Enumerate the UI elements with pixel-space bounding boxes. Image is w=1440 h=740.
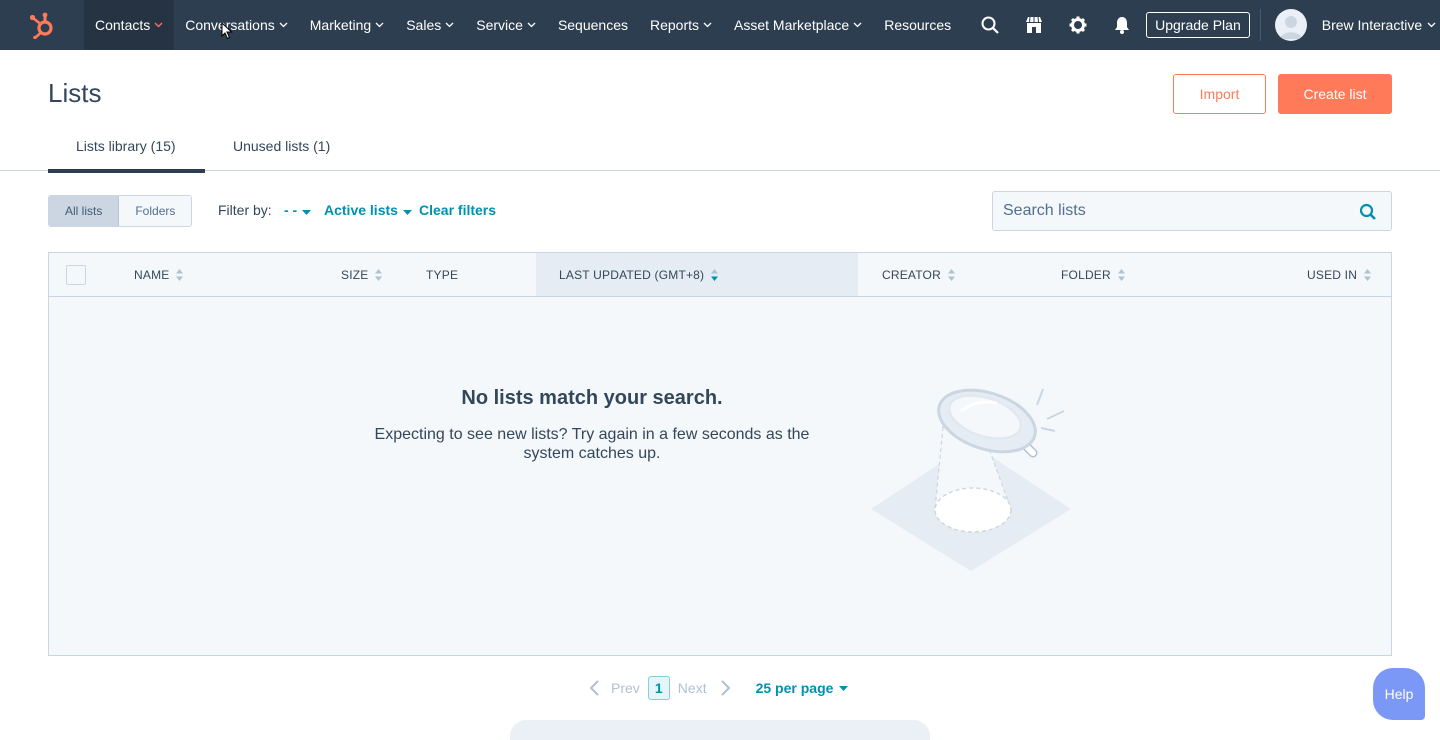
page-number-1[interactable]: 1 — [647, 676, 670, 700]
tab-unused-lists[interactable]: Unused lists (1) — [233, 130, 330, 171]
nav-asset-marketplace[interactable]: Asset Marketplace — [723, 0, 873, 50]
sort-icon — [375, 268, 383, 281]
search-icon[interactable] — [968, 0, 1012, 50]
select-all-checkbox[interactable] — [66, 265, 86, 285]
avatar — [1274, 9, 1307, 41]
column-label: LAST UPDATED (GMT+8) — [559, 267, 705, 282]
sort-icon — [947, 268, 955, 281]
nav-divider — [1259, 9, 1261, 41]
chevron-left-icon — [590, 680, 599, 696]
nav-marketing-label: Marketing — [309, 17, 372, 33]
nav-service-label: Service — [476, 17, 523, 33]
prev-page-button[interactable]: Prev — [590, 680, 640, 696]
chevron-down-icon — [279, 22, 288, 28]
caret-down-icon — [839, 685, 849, 691]
hubspot-logo-icon[interactable] — [0, 0, 84, 50]
caret-down-icon — [402, 202, 412, 218]
nav-icon-group — [968, 0, 1144, 50]
active-lists-label: Active lists — [324, 202, 398, 218]
column-header-size[interactable]: SIZE — [341, 253, 383, 296]
column-header-last-updated[interactable]: LAST UPDATED (GMT+8) — [536, 253, 858, 296]
folders-toggle[interactable]: Folders — [119, 196, 192, 226]
tab-bar: Lists library (15) Unused lists (1) — [0, 130, 1440, 173]
chevron-down-icon — [527, 22, 536, 28]
empty-state-message: Expecting to see new lists? Try again in… — [374, 426, 810, 462]
tab-unused-lists-label: Unused lists (1) — [233, 138, 331, 154]
column-header-creator[interactable]: CREATOR — [882, 253, 955, 296]
tab-lists-library-label: Lists library (15) — [76, 138, 176, 154]
nav-contacts-label: Contacts — [95, 17, 151, 33]
pagination: Prev 1 Next 25 per page — [590, 676, 849, 700]
import-button[interactable]: Import — [1173, 74, 1266, 114]
tab-lists-library[interactable]: Lists library (15) — [48, 130, 205, 173]
chevron-down-icon — [703, 22, 712, 28]
nav-conversations[interactable]: Conversations — [174, 0, 299, 50]
per-page-dropdown[interactable]: 25 per page — [756, 680, 849, 696]
sort-icon — [176, 268, 184, 281]
column-label: CREATOR — [882, 267, 941, 282]
notifications-bell-icon[interactable] — [1100, 0, 1144, 50]
next-page-button[interactable]: Next — [678, 680, 730, 696]
caret-down-icon — [302, 202, 312, 218]
lists-table: NAME SIZE TYPE LAST UPDATED (GMT+8) CREA… — [48, 252, 1392, 656]
nav-sequences[interactable]: Sequences — [547, 0, 639, 50]
nav-asset-marketplace-label: Asset Marketplace — [734, 17, 850, 33]
marketplace-icon[interactable] — [1012, 0, 1056, 50]
nav-sales[interactable]: Sales — [395, 0, 465, 50]
search-icon[interactable] — [1359, 203, 1377, 226]
all-lists-toggle[interactable]: All lists — [49, 196, 120, 226]
chevron-right-icon — [720, 680, 730, 696]
help-button[interactable]: Help — [1373, 668, 1425, 720]
column-label: USED IN — [1307, 267, 1358, 282]
next-label: Next — [677, 680, 707, 696]
nav-resources-label: Resources — [884, 17, 952, 33]
magnifying-glass-illustration-icon — [869, 381, 1079, 578]
nav-resources[interactable]: Resources — [873, 0, 962, 50]
chevron-down-icon — [375, 22, 384, 28]
column-label: TYPE — [426, 267, 459, 282]
chevron-down-icon — [1427, 22, 1436, 28]
view-toggle: All lists Folders — [48, 195, 193, 227]
column-header-used-in[interactable]: USED IN — [1307, 253, 1372, 296]
search-input[interactable] — [993, 202, 1343, 220]
active-lists-dropdown[interactable]: Active lists — [324, 202, 412, 218]
nav-sales-label: Sales — [406, 17, 442, 33]
type-filter-dropdown[interactable]: - - — [284, 202, 312, 218]
create-list-button[interactable]: Create list — [1278, 74, 1392, 114]
search-box — [992, 191, 1392, 231]
clear-filters-link[interactable]: Clear filters — [419, 202, 496, 218]
chevron-down-icon — [853, 22, 862, 28]
column-label: SIZE — [341, 267, 369, 282]
sort-icon — [1364, 268, 1372, 281]
upgrade-plan-button[interactable]: Upgrade Plan — [1146, 12, 1250, 38]
mouse-pointer-icon — [221, 21, 233, 45]
sort-icon — [1117, 268, 1125, 281]
filter-by-label: Filter by: — [218, 202, 272, 218]
nav-contacts[interactable]: Contacts — [84, 0, 175, 50]
column-header-type: TYPE — [426, 253, 458, 296]
chevron-down-icon — [154, 22, 163, 28]
page-title: Lists — [48, 78, 102, 108]
column-label: FOLDER — [1061, 267, 1111, 282]
sort-descending-icon — [711, 268, 719, 281]
account-menu[interactable]: Brew Interactive — [1274, 9, 1436, 41]
chevron-down-icon — [445, 22, 454, 28]
table-header: NAME SIZE TYPE LAST UPDATED (GMT+8) CREA… — [49, 253, 1391, 297]
column-label: NAME — [134, 267, 170, 282]
prev-label: Prev — [611, 680, 640, 696]
bottom-bar — [510, 720, 930, 740]
nav-marketing[interactable]: Marketing — [299, 0, 395, 50]
column-header-name[interactable]: NAME — [134, 253, 184, 296]
account-name: Brew Interactive — [1321, 17, 1423, 33]
nav-service[interactable]: Service — [465, 0, 547, 50]
column-header-folder[interactable]: FOLDER — [1061, 253, 1125, 296]
nav-sequences-label: Sequences — [557, 17, 628, 33]
top-navigation-bar: Contacts Conversations Marketing Sales S… — [0, 0, 1440, 50]
per-page-label: 25 per page — [755, 680, 834, 696]
nav-reports-label: Reports — [650, 17, 700, 33]
type-filter-value: - - — [284, 202, 298, 218]
nav-reports[interactable]: Reports — [639, 0, 723, 50]
settings-gear-icon[interactable] — [1056, 0, 1100, 50]
